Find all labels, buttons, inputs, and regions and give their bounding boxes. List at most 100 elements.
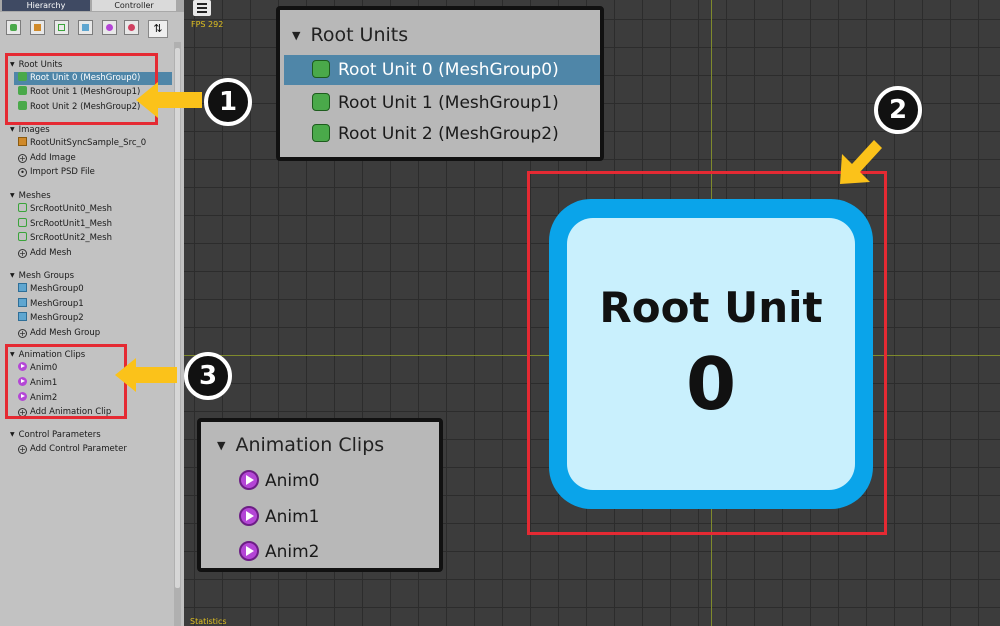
root-unit-number: 0 — [685, 342, 737, 426]
add-image-button[interactable]: + Add Image — [18, 152, 76, 165]
collapse-triangle-icon: ▼ — [10, 431, 15, 438]
item-label: Add Mesh Group — [30, 328, 101, 338]
collapse-triangle-icon: ▼ — [217, 439, 226, 452]
tab-hierarchy[interactable]: Hierarchy — [2, 0, 90, 11]
import-icon: • — [18, 168, 27, 177]
add-icon: + — [18, 329, 27, 338]
item-label: SrcRootUnit0_Mesh — [30, 204, 112, 214]
section-title: Images — [18, 125, 50, 135]
collapse-triangle-icon: ▼ — [10, 192, 15, 199]
root-unit-icon — [312, 124, 330, 142]
zoom-section-title: Root Units — [310, 24, 409, 46]
list-item-mesh-0[interactable]: SrcRootUnit0_Mesh — [18, 203, 112, 216]
image-filter-button[interactable] — [30, 20, 45, 35]
add-mesh-button[interactable]: + Add Mesh — [18, 247, 72, 260]
list-item-image[interactable]: RootUnitSyncSample_Src_0 — [18, 137, 146, 150]
item-label: MeshGroup2 — [30, 313, 84, 323]
highlight-animation-clips — [5, 344, 127, 419]
sort-button[interactable]: ⇅ — [148, 20, 168, 38]
zoom-item-label: Root Unit 0 (MeshGroup0) — [338, 60, 559, 80]
section-mesh-groups[interactable]: ▼ Mesh Groups — [10, 270, 74, 282]
add-control-parameter-button[interactable]: + Add Control Parameter — [18, 443, 127, 456]
mesh-icon — [18, 218, 27, 227]
section-title: Meshes — [18, 191, 51, 201]
zoom-section-title: Animation Clips — [235, 434, 385, 456]
mesh-group-icon — [18, 283, 27, 292]
zoom-item-label: Anim1 — [265, 507, 320, 527]
callout-badge-1: 1 — [204, 78, 252, 126]
mesh-group-icon — [18, 312, 27, 321]
animation-filter-button[interactable] — [102, 20, 117, 35]
list-item-mesh-group-1[interactable]: MeshGroup1 — [18, 298, 84, 311]
add-icon: + — [18, 445, 27, 454]
item-label: MeshGroup0 — [30, 284, 84, 294]
mesh-group-filter-button[interactable] — [78, 20, 93, 35]
zoom-item-label: Root Unit 2 (MeshGroup2) — [338, 124, 559, 144]
item-label: SrcRootUnit1_Mesh — [30, 219, 112, 229]
zoom-section-header: ▼ Animation Clips — [217, 434, 384, 456]
panel-tab-bar: Hierarchy Controller — [0, 0, 184, 12]
zoom-item-label: Root Unit 1 (MeshGroup1) — [338, 93, 559, 113]
section-meshes[interactable]: ▼ Meshes — [10, 190, 51, 202]
animation-clip-icon — [239, 506, 259, 526]
add-mesh-group-button[interactable]: + Add Mesh Group — [18, 327, 100, 340]
add-icon: + — [18, 249, 27, 258]
mesh-filter-button[interactable] — [54, 20, 69, 35]
arrow-left-icon — [115, 358, 177, 392]
collapse-triangle-icon: ▼ — [10, 126, 15, 133]
statistics-label: Statistics — [190, 617, 227, 626]
collapse-triangle-icon: ▼ — [10, 272, 15, 279]
item-label: Add Mesh — [30, 248, 72, 258]
zoom-anim-1: Anim1 — [239, 502, 320, 532]
import-psd-button[interactable]: • Import PSD File — [18, 166, 95, 179]
item-label: Add Image — [30, 153, 76, 163]
zoom-callout-root-units: ▼ Root Units Root Unit 0 (MeshGroup0) Roo… — [276, 6, 604, 161]
zoom-root-unit-0: Root Unit 0 (MeshGroup0) — [284, 55, 600, 85]
zoom-root-unit-2: Root Unit 2 (MeshGroup2) — [312, 119, 559, 149]
tab-controller[interactable]: Controller — [92, 0, 176, 11]
arrow-left-icon — [136, 82, 202, 118]
section-images[interactable]: ▼ Images — [10, 124, 50, 136]
mesh-icon — [58, 24, 65, 31]
scrollbar-thumb[interactable] — [175, 48, 180, 588]
root-unit-icon — [312, 60, 330, 78]
image-icon — [34, 24, 41, 31]
list-item-mesh-group-0[interactable]: MeshGroup0 — [18, 283, 84, 296]
list-item-mesh-2[interactable]: SrcRootUnit2_Mesh — [18, 232, 112, 245]
animation-clip-icon — [239, 470, 259, 490]
image-icon — [18, 137, 27, 146]
list-item-mesh-group-2[interactable]: MeshGroup2 — [18, 312, 84, 325]
animation-clip-icon — [106, 24, 113, 31]
item-label: Import PSD File — [30, 167, 95, 177]
list-item-mesh-1[interactable]: SrcRootUnit1_Mesh — [18, 218, 112, 231]
zoom-item-label: Anim2 — [265, 542, 320, 562]
zoom-section-header: ▼ Root Units — [292, 24, 408, 46]
item-label: Add Control Parameter — [30, 444, 127, 454]
control-parameter-icon — [128, 24, 135, 31]
hierarchy-toolbar: ⇅ — [0, 12, 184, 42]
fps-counter: FPS 292 — [191, 20, 224, 29]
menu-icon[interactable] — [193, 0, 211, 16]
section-title: Mesh Groups — [18, 271, 75, 281]
callout-badge-3: 3 — [184, 352, 232, 400]
zoom-item-label: Anim0 — [265, 471, 320, 491]
zoom-anim-0: Anim0 — [239, 466, 320, 496]
collapse-triangle-icon: ▼ — [292, 29, 301, 42]
root-unit-icon — [312, 93, 330, 111]
callout-badge-2: 2 — [874, 86, 922, 134]
animation-clip-icon — [239, 541, 259, 561]
add-icon: + — [18, 154, 27, 163]
root-unit-filter-button[interactable] — [6, 20, 21, 35]
item-label: SrcRootUnit2_Mesh — [30, 233, 112, 243]
mesh-group-icon — [18, 298, 27, 307]
control-param-filter-button[interactable] — [124, 20, 139, 35]
zoom-anim-2: Anim2 — [239, 537, 320, 567]
item-label: RootUnitSyncSample_Src_0 — [30, 138, 147, 148]
zoom-callout-animation-clips: ▼ Animation Clips Anim0 Anim1 Anim2 — [197, 418, 443, 572]
root-unit-title: Root Unit — [599, 283, 823, 332]
mesh-icon — [18, 232, 27, 241]
mesh-group-icon — [82, 24, 89, 31]
section-control-parameters[interactable]: ▼ Control Parameters — [10, 429, 101, 441]
section-title: Control Parameters — [18, 430, 101, 440]
root-unit-icon — [10, 24, 17, 31]
